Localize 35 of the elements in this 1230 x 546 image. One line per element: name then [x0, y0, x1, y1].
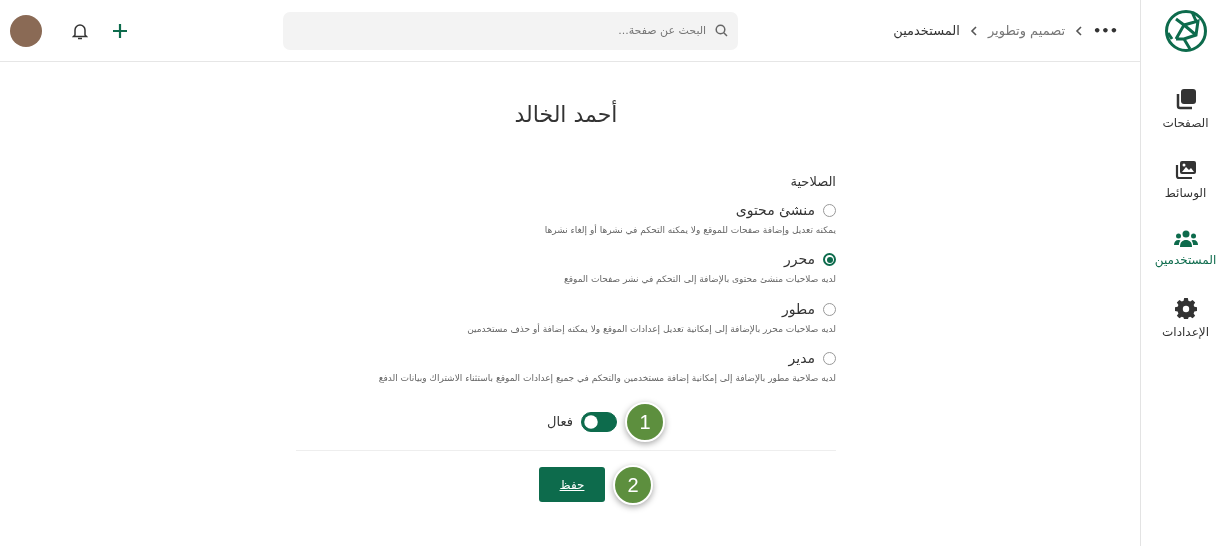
save-button[interactable]: حفظ	[539, 467, 605, 503]
radio-button[interactable]	[823, 253, 836, 267]
images-icon	[1174, 160, 1197, 180]
users-icon	[1173, 230, 1198, 247]
sidebar-item[interactable]: الإعدادات	[1141, 287, 1230, 351]
breadcrumb-link[interactable]: المستخدمين	[893, 20, 960, 41]
plus-icon[interactable]	[112, 22, 128, 39]
option-description: يمكنه تعديل وإضافة صفحات للموقع ولا يمكنه التحكم في نشرها أو إلغاء نشرها	[543, 223, 836, 238]
settings-icon	[1174, 297, 1197, 319]
toggle-switch[interactable]	[580, 411, 617, 432]
option-label: مطور	[782, 299, 815, 320]
field-label: الصلاحية	[789, 173, 836, 192]
toggle-label: فعال	[547, 413, 573, 432]
option-description: لديه صلاحيات محرر بالإضافة إلى إمكانية تعديل إعدادات الموقع ولا يمكنه إضافة أو حذف مستخدمين	[466, 322, 836, 337]
chevron-icon	[969, 25, 978, 36]
search-icon	[715, 23, 729, 37]
logo-icon[interactable]	[1163, 9, 1208, 53]
breadcrumb-link[interactable]: تصميم وتطوير	[987, 20, 1066, 41]
sidebar-item[interactable]: الصفحات	[1141, 78, 1230, 142]
avatar[interactable]	[10, 14, 42, 47]
search-field[interactable]: البحث عن صفحة...	[283, 11, 739, 50]
option-label: محرر	[783, 250, 815, 270]
option-description: لديه صلاحية مطور بالإضافة إلى إمكانية إضافة مستخدمين والتحكم في جميع إعدادات الموقع باستثناء الاشتراك وبيانات الدفع	[377, 372, 836, 386]
bell-icon[interactable]	[72, 21, 88, 40]
option-label: منشئ محتوى	[735, 200, 815, 221]
step-marker: 1	[624, 401, 665, 442]
sidebar-item[interactable]: الوسائط	[1141, 150, 1230, 212]
option-label: مدير	[788, 349, 815, 369]
sidebar-item[interactable]: المستخدمين	[1141, 220, 1230, 279]
stacked-squares-icon	[1174, 88, 1197, 110]
step-marker: 2	[613, 464, 653, 505]
page-title: أحمد الخالد	[513, 102, 619, 129]
more-link[interactable]: •••	[1093, 20, 1118, 41]
chevron-icon	[1075, 25, 1084, 36]
option-description: لديه صلاحيات منشئ محتوى بالإضافة إلى التحكم في نشر صفحات الموقع	[562, 273, 836, 287]
